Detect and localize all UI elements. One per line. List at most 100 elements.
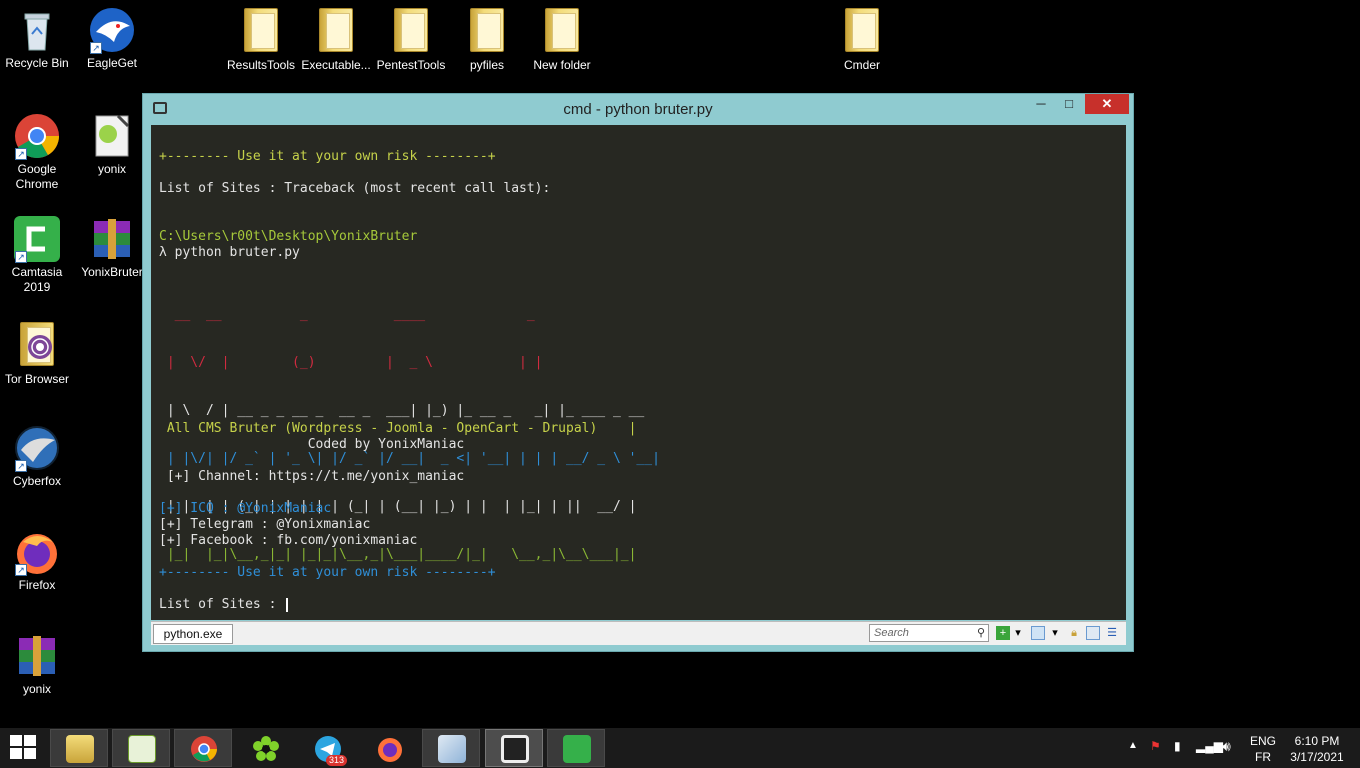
desktop-icon-label: yonix [22, 682, 51, 696]
taskbar-telegram[interactable]: 313 [298, 729, 356, 767]
desktop-icon-label: EagleGet [86, 56, 138, 70]
minimize-button[interactable]: ─ [1026, 94, 1056, 114]
banner-row: | |\/| |/ _` | '_ \| |/ _` |/ __| _ <| '… [159, 451, 660, 466]
banner-row: __ __ _ ____ _ [159, 307, 629, 322]
window-titlebar[interactable]: cmd - python bruter.py ─ □ ✕ [143, 94, 1133, 124]
firefox-icon: ↗ [13, 528, 61, 576]
console-line-risk-footer: +-------- Use it at your own risk ------… [159, 565, 496, 580]
desktop-icon-yonix[interactable]: yonix [75, 112, 149, 177]
shortcut-arrow-icon: ↗ [15, 251, 27, 263]
desktop-icon-pyfiles[interactable]: pyfiles [450, 6, 524, 73]
windows-logo-icon [10, 735, 22, 746]
taskbar-chrome[interactable] [174, 729, 232, 767]
winrar-archive-icon [88, 215, 136, 263]
start-button[interactable] [10, 735, 38, 761]
console-line-command: λ python bruter.py [159, 245, 300, 260]
split-view-icon[interactable] [1031, 626, 1045, 640]
battery-icon[interactable]: ▮ [1174, 739, 1181, 768]
desktop-icon-camtasia[interactable]: ↗ Camtasia 2019 [0, 215, 74, 295]
notepad-plus-icon [128, 735, 156, 763]
console-output[interactable]: +-------- Use it at your own risk ------… [151, 125, 1126, 620]
input-language-indicator[interactable]: ENG FR [1246, 733, 1280, 765]
shortcut-arrow-icon: ↗ [90, 42, 102, 54]
layout-icon[interactable] [1086, 626, 1100, 640]
lang-primary: ENG [1249, 734, 1276, 748]
shortcut-arrow-icon: ↗ [15, 460, 27, 472]
search-placeholder: Search [874, 627, 909, 639]
firefox-icon [378, 738, 402, 762]
eagleget-icon: ↗ [88, 6, 136, 54]
tab-python-exe[interactable]: python.exe [153, 624, 233, 644]
desktop-icon-cyberfox[interactable]: ↗ Cyberfox [0, 424, 74, 489]
banner-row: | \/ | (_) | _ \ | | [159, 355, 629, 370]
search-icon: ⚲ [976, 627, 985, 639]
taskbar-camtasia[interactable] [547, 729, 605, 767]
desktop-icon-yonixbruter[interactable]: YonixBruter [75, 215, 149, 280]
system-clock[interactable]: 6:10 PM 3/17/2021 [1278, 733, 1356, 765]
close-button[interactable]: ✕ [1085, 94, 1129, 114]
desktop-icon-pentesttools[interactable]: PentestTools [374, 6, 448, 73]
show-hidden-icons-chevron-icon[interactable]: ▲ [1128, 740, 1138, 768]
console-line-cms: All CMS Bruter (Wordpress - Joomla - Ope… [159, 421, 637, 436]
taskbar-icq[interactable] [236, 729, 294, 767]
desktop-icon-label: Executable... [301, 58, 371, 72]
console-statusbar: python.exe Search ⚲ + ▾ ▾ 🔒︎ ☰ [151, 621, 1126, 645]
chrome-icon: ↗ [13, 112, 61, 160]
notepad-plus-file-icon [88, 112, 136, 160]
folder-icon [463, 8, 511, 56]
desktop-icon-label: Camtasia 2019 [11, 265, 63, 294]
desktop-icon-google-chrome[interactable]: ↗ Google Chrome [0, 112, 74, 192]
desktop-icon-eagleget[interactable]: ↗ EagleGet [75, 6, 149, 71]
console-line-telegram: [+] Telegram : @Yonixmaniac [159, 517, 371, 532]
network-signal-icon[interactable]: ▂▄▆ [1196, 739, 1223, 768]
desktop-icon-label: Cyberfox [12, 474, 62, 488]
desktop-icon-firefox[interactable]: ↗ Firefox [0, 528, 74, 593]
cyberfox-icon: ↗ [13, 424, 61, 472]
shortcut-arrow-icon: ↗ [15, 148, 27, 160]
camtasia-icon [563, 735, 591, 763]
desktop-icon-label: Tor Browser [4, 372, 69, 386]
clock-time: 6:10 PM [1294, 734, 1340, 748]
console-line-facebook: [+] Facebook : fb.com/yonixmaniac [159, 533, 418, 548]
security-alert-icon[interactable]: ⚑ [1150, 739, 1161, 768]
taskbar-file-explorer[interactable] [50, 729, 108, 767]
new-console-icon[interactable]: + [996, 626, 1010, 640]
banner-row: |_| |_|\__,_|_| |_|_|\__,_|\___|____/|_|… [159, 547, 660, 562]
desktop-icon-new-folder[interactable]: New folder [525, 6, 599, 73]
search-input[interactable]: Search ⚲ [869, 624, 989, 642]
console-line-coded-by: Coded by YonixManiac [159, 437, 465, 452]
desktop-icon-label: ResultsTools [226, 58, 296, 72]
console-window[interactable]: cmd - python bruter.py ─ □ ✕ +-------- U… [142, 93, 1134, 652]
chevron-down-icon[interactable]: ▾ [1011, 626, 1025, 640]
taskbar-wordpad[interactable] [422, 729, 480, 767]
taskbar-notepad-plus[interactable] [112, 729, 170, 767]
speaker-icon[interactable]: 🔊︎ [1222, 738, 1231, 768]
console-line-icq: [+] ICQ : @YonixManiac [159, 501, 332, 516]
desktop-icon-tor-browser[interactable]: Tor Browser [0, 320, 74, 387]
desktop-icon-label: Cmder [843, 58, 880, 72]
desktop-icon-cmder[interactable]: Cmder [825, 6, 899, 73]
prompt-text: List of Sites : [159, 597, 285, 612]
desktop-icon-yonix-archive[interactable]: yonix [0, 632, 74, 697]
desktop-icon-label: New folder [533, 58, 591, 72]
camtasia-icon: ↗ [13, 215, 61, 263]
taskbar-cmder[interactable] [485, 729, 543, 767]
desktop-icon-label: PentestTools [376, 58, 446, 72]
console-prompt[interactable]: List of Sites : [159, 597, 289, 613]
folder-icon [838, 8, 886, 56]
lang-secondary: FR [1255, 750, 1271, 764]
chevron-down-icon[interactable]: ▾ [1048, 626, 1062, 640]
lock-icon[interactable]: 🔒︎ [1067, 626, 1081, 640]
desktop-icon-label: Firefox [18, 578, 56, 592]
text-cursor [286, 597, 289, 612]
desktop-icon-executable[interactable]: Executable... [299, 6, 373, 73]
desktop-icon-label: Google Chrome [15, 162, 59, 191]
desktop-icon-resultstools[interactable]: ResultsTools [224, 6, 298, 73]
clock-date: 3/17/2021 [1290, 750, 1344, 764]
icq-flower-icon [253, 736, 279, 761]
desktop-icon-recycle-bin[interactable]: Recycle Bin [0, 6, 74, 71]
menu-icon[interactable]: ☰ [1105, 626, 1119, 640]
taskbar-firefox[interactable] [360, 729, 418, 767]
wordpad-icon [438, 735, 466, 763]
maximize-button[interactable]: □ [1054, 94, 1084, 114]
